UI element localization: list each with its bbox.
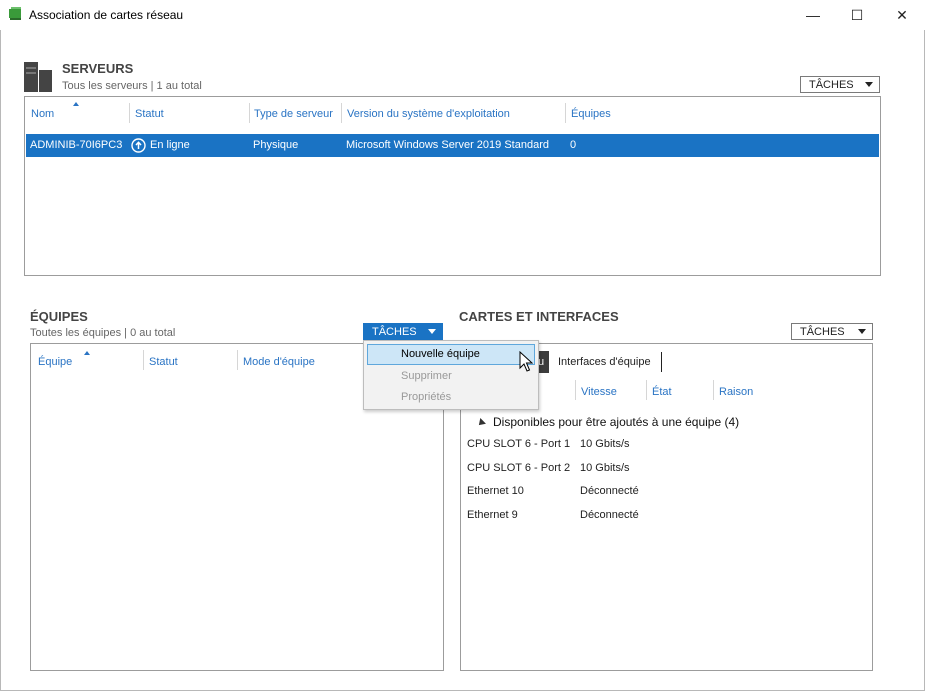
window-title: Association de cartes réseau [29,8,184,22]
menu-item-delete[interactable]: Supprimer [401,370,452,382]
column-separator[interactable] [713,380,714,400]
servers-subtitle: Tous les serveurs | 1 au total [62,80,202,92]
column-header-team[interactable]: Équipe [38,356,72,368]
column-header-team-status[interactable]: Statut [149,356,178,368]
column-header-team-mode[interactable]: Mode d'équipe [243,356,315,368]
column-header-os-version[interactable]: Version du système d'exploitation [347,108,510,120]
teams-subtitle: Toutes les équipes | 0 au total [30,327,176,339]
column-header-teams[interactable]: Équipes [571,108,611,120]
maximize-button[interactable]: ☐ [834,0,880,30]
close-button[interactable]: ✕ [879,0,925,30]
sort-ascending-icon [73,102,79,106]
column-separator[interactable] [646,380,647,400]
menu-item-properties[interactable]: Propriétés [401,391,451,403]
tasks-dropdown-menu: Nouvelle équipe Supprimer Propriétés [363,340,539,410]
adapters-tasks-label: TÂCHES [800,325,845,338]
expand-triangle-icon[interactable] [476,418,486,428]
chevron-down-icon [428,329,436,334]
column-header-name[interactable]: Nom [31,108,54,120]
adapter-name[interactable]: Ethernet 10 [467,485,524,497]
column-header-status[interactable]: Statut [135,108,164,120]
column-separator[interactable] [341,103,342,123]
online-status-icon [131,138,146,153]
column-separator[interactable] [565,103,566,123]
title-bar: Association de cartes réseau — ☐ ✕ [0,0,925,30]
teams-title: ÉQUIPES [30,309,88,324]
column-separator[interactable] [143,350,144,370]
mouse-cursor-icon [519,351,533,372]
adapter-speed: 10 Gbits/s [580,462,630,474]
tab-separator [661,352,662,372]
column-header-reason[interactable]: Raison [719,386,753,398]
close-icon: ✕ [896,6,908,23]
adapter-speed: Déconnecté [580,485,639,497]
column-separator[interactable] [575,380,576,400]
server-team-count: 0 [570,139,577,151]
column-separator[interactable] [237,350,238,370]
adapters-title: CARTES ET INTERFACES [459,309,619,324]
servers-panel: Nom Statut Type de serveur Version du sy… [24,96,881,276]
chevron-down-icon [858,329,866,334]
teams-tasks-label: TÂCHES [372,325,417,338]
column-separator[interactable] [249,103,250,123]
servers-tasks-label: TÂCHES [809,78,854,91]
servers-title: SERVEURS [62,61,134,76]
column-header-speed[interactable]: Vitesse [581,386,617,398]
group-available-adapters[interactable]: Disponibles pour être ajoutés à une équi… [493,415,739,429]
server-name: ADMINIB-70I6PC3 [30,139,123,151]
adapter-name[interactable]: CPU SLOT 6 - Port 1 [467,438,570,450]
column-separator[interactable] [129,103,130,123]
menu-item-new-team-label: Nouvelle équipe [401,348,480,360]
sort-ascending-icon [84,351,90,355]
adapter-speed: 10 Gbits/s [580,438,630,450]
minimize-icon: — [806,7,820,23]
tab-team-interfaces[interactable]: Interfaces d'équipe [558,356,651,368]
teams-tasks-button[interactable]: TÂCHES [363,323,443,340]
table-row[interactable]: ADMINIB-70I6PC3 En ligne Physique Micros… [26,134,879,157]
adapter-name[interactable]: CPU SLOT 6 - Port 2 [467,462,570,474]
chevron-down-icon [865,82,873,87]
server-os: Microsoft Windows Server 2019 Standard [346,139,549,151]
adapter-speed: Déconnecté [580,509,639,521]
nic-teaming-app-icon [9,7,21,20]
menu-item-new-team[interactable]: Nouvelle équipe [367,344,535,365]
server-type: Physique [253,139,299,151]
servers-tasks-button[interactable]: TÂCHES [800,76,880,93]
adapter-name[interactable]: Ethernet 9 [467,509,518,521]
adapters-tasks-button[interactable]: TÂCHES [791,323,873,340]
servers-icon [24,62,52,92]
minimize-button[interactable]: — [790,0,836,30]
column-header-state[interactable]: État [652,386,672,398]
column-header-server-type[interactable]: Type de serveur [254,108,333,120]
server-status: En ligne [150,139,190,151]
maximize-icon: ☐ [850,6,864,23]
